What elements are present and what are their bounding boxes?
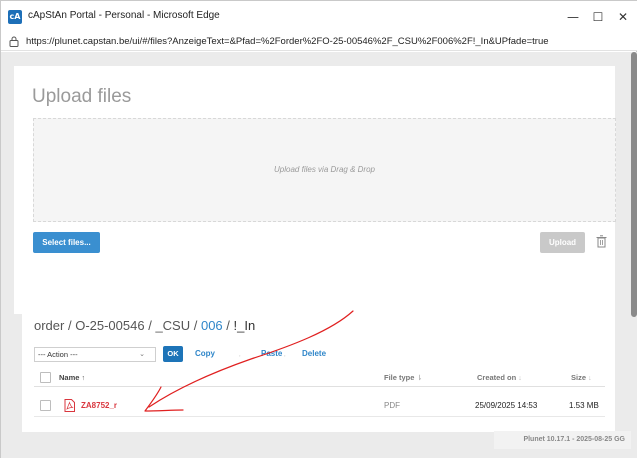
- column-file-type[interactable]: File type ⇂: [384, 373, 422, 382]
- maximize-button[interactable]: ☐: [586, 7, 610, 27]
- sort-icon: ↓: [588, 375, 592, 382]
- app-icon: cA: [8, 10, 22, 24]
- page-content: Upload files Upload files via Drag & Dro…: [1, 52, 637, 458]
- action-separator: ,: [239, 352, 241, 358]
- sort-icon: ⇂: [416, 375, 423, 382]
- file-type-cell: PDF: [384, 401, 400, 410]
- delete-link[interactable]: Delete: [302, 349, 326, 358]
- scrollbar-thumb[interactable]: [631, 52, 637, 317]
- column-type-label: File type: [384, 373, 415, 382]
- column-name[interactable]: Name ↑: [59, 373, 85, 382]
- action-separator: ,: [284, 352, 286, 358]
- upload-panel: Upload files Upload files via Drag & Dro…: [14, 66, 616, 314]
- table-row: ZA8752_r PDF 25/09/2025 14:53 1.53 MB: [34, 395, 605, 417]
- file-name-link[interactable]: ZA8752_r: [81, 401, 117, 410]
- breadcrumb-current: !_In: [233, 318, 256, 333]
- lock-icon: [9, 36, 19, 47]
- minimize-button[interactable]: —: [561, 7, 585, 27]
- dropzone[interactable]: Upload files via Drag & Drop: [33, 118, 616, 222]
- upload-title: Upload files: [32, 86, 132, 107]
- breadcrumb: order / O-25-00546 / _CSU / 006 / !_In: [34, 318, 255, 333]
- breadcrumb-folder[interactable]: 006: [201, 318, 223, 333]
- sort-asc-icon: ↑: [81, 375, 86, 382]
- column-size[interactable]: Size ↓: [571, 373, 592, 382]
- title-bar: cA cApStAn Portal - Personal - Microsoft…: [1, 1, 637, 33]
- close-button[interactable]: ✕: [611, 7, 635, 27]
- pdf-file-icon: [64, 399, 75, 412]
- browser-window: cA cApStAn Portal - Personal - Microsoft…: [0, 0, 637, 458]
- version-footer: Plunet 10.17.1 - 2025-08-25 GG: [494, 431, 631, 449]
- upload-button[interactable]: Upload: [540, 232, 585, 253]
- address-bar[interactable]: https://plunet.capstan.be/ui/#/files?Anz…: [1, 33, 637, 51]
- table-header: Name ↑ File type ⇂ Created on ↓ Size ↓: [34, 369, 605, 387]
- trash-icon[interactable]: [596, 235, 607, 248]
- select-files-button[interactable]: Select files...: [33, 232, 100, 253]
- breadcrumb-order[interactable]: order: [34, 318, 64, 333]
- copy-link[interactable]: Copy: [195, 349, 215, 358]
- breadcrumb-separator: /: [222, 318, 234, 333]
- column-created-on[interactable]: Created on ↓: [477, 373, 522, 382]
- breadcrumb-separator: /: [64, 318, 76, 333]
- sort-icon: ↓: [518, 375, 522, 382]
- row-checkbox[interactable]: [40, 400, 51, 411]
- column-created-label: Created on: [477, 373, 517, 382]
- breadcrumb-separator: /: [144, 318, 156, 333]
- url-text[interactable]: https://plunet.capstan.be/ui/#/files?Anz…: [26, 36, 549, 47]
- column-size-label: Size: [571, 373, 587, 382]
- column-name-label: Name: [59, 373, 80, 382]
- breadcrumb-order-no[interactable]: O-25-00546: [75, 318, 144, 333]
- window-title: cApStAn Portal - Personal - Microsoft Ed…: [28, 10, 220, 21]
- files-panel: order / O-25-00546 / _CSU / 006 / !_In -…: [22, 300, 615, 432]
- ok-button[interactable]: OK: [163, 346, 183, 362]
- paste-link[interactable]: Paste: [261, 349, 282, 358]
- breadcrumb-csu[interactable]: _CSU: [155, 318, 190, 333]
- dropzone-text: Upload files via Drag & Drop: [274, 165, 375, 174]
- created-on-cell: 25/09/2025 14:53: [475, 401, 538, 410]
- breadcrumb-separator: /: [190, 318, 201, 333]
- select-all-checkbox[interactable]: [40, 372, 51, 383]
- size-cell: 1.53 MB: [569, 401, 599, 410]
- chevron-down-icon: ⌄: [139, 350, 145, 358]
